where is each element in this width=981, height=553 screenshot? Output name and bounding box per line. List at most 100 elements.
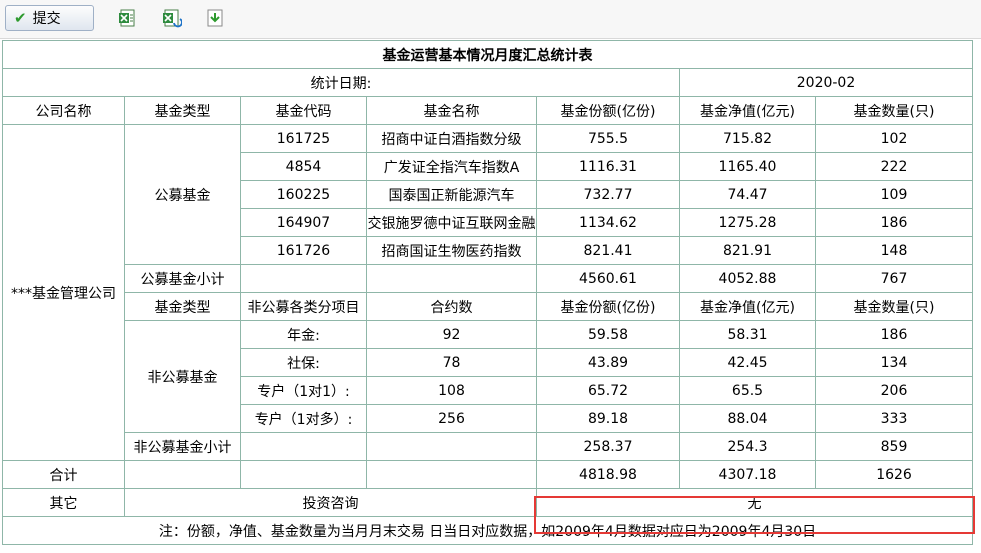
fund-count: 186	[814, 208, 974, 237]
fund-nav: 74.47	[679, 180, 816, 209]
fund-count: 148	[814, 236, 974, 265]
fund-count: 102	[814, 124, 974, 153]
fund-shares: 755.5	[536, 124, 680, 153]
fund-nav: 65.5	[679, 376, 816, 405]
table-row: 非公募基金 年金: 92 59.58 58.31 186	[3, 320, 974, 433]
total-count: 1626	[814, 460, 974, 489]
report-sheet: 基金运营基本情况月度汇总统计表 统计日期: 2020-02 公司名称 基金类型 …	[1, 40, 975, 545]
fund-name: 招商中证白酒指数分级	[366, 124, 537, 153]
empty-cell	[240, 460, 367, 489]
public-subtotal-count: 767	[814, 264, 974, 293]
report-table: 基金运营基本情况月度汇总统计表 统计日期: 2020-02 公司名称 基金类型 …	[1, 40, 974, 545]
header-cell: 基金名称	[366, 96, 537, 125]
fund-nav: 715.82	[679, 124, 816, 153]
advisory-label: 投资咨询	[124, 488, 537, 517]
header-cell: 基金数量(只)	[814, 96, 974, 125]
other-label: 其它	[2, 488, 125, 517]
header-cell: 基金代码	[240, 96, 367, 125]
contract-count: 78	[366, 348, 537, 377]
header-cell: 公司名称	[2, 96, 125, 125]
header-cell: 非公募各类分项目	[240, 292, 367, 321]
total-row: 合计 4818.98 4307.18 1626	[2, 460, 974, 489]
header-row: 公司名称 基金类型 基金代码 基金名称 基金份额(亿份) 基金净值(亿元) 基金…	[2, 96, 974, 125]
toolbar: ✔ 提交	[0, 0, 981, 39]
fund-count: 333	[814, 404, 974, 433]
nonpublic-subtotal-label: 非公募基金小计	[124, 432, 241, 461]
public-subtotal-nav: 4052.88	[679, 264, 816, 293]
footnote: 注：份额，净值、基金数量为当月月末交易 日当日对应数据，如2009年4月数据对应…	[1, 516, 974, 545]
fund-code: 164907	[240, 208, 367, 237]
fund-nav: 1275.28	[679, 208, 816, 237]
header-cell: 基金份额(亿份)	[536, 96, 680, 125]
nonpublic-subtotal-row: 非公募基金小计 258.37 254.3 859	[3, 432, 974, 461]
check-icon: ✔	[14, 9, 27, 27]
fund-nav: 1165.40	[679, 152, 816, 181]
header-cell: 基金净值(亿元)	[679, 292, 816, 321]
empty-cell	[366, 264, 537, 293]
fund-count: 186	[814, 320, 974, 349]
empty-cell	[124, 460, 241, 489]
fund-name: 交银施罗德中证互联网金融	[366, 208, 537, 237]
fund-code: 160225	[240, 180, 367, 209]
fund-code: 161725	[240, 124, 367, 153]
date-label: 统计日期:	[2, 68, 680, 97]
header-cell: 基金份额(亿份)	[536, 292, 680, 321]
fund-count: 206	[814, 376, 974, 405]
public-subtotal-shares: 4560.61	[536, 264, 680, 293]
total-nav: 4307.18	[679, 460, 816, 489]
excel-refresh-icon[interactable]	[162, 8, 182, 28]
header-cell: 基金类型	[124, 292, 241, 321]
empty-cell	[366, 460, 537, 489]
fund-nav: 821.91	[679, 236, 816, 265]
public-subtotal-row: 公募基金小计 4560.61 4052.88 767	[3, 264, 974, 293]
header-cell: 基金净值(亿元)	[679, 96, 816, 125]
fund-count: 109	[814, 180, 974, 209]
note-row: 注：份额，净值、基金数量为当月月末交易 日当日对应数据，如2009年4月数据对应…	[1, 516, 974, 545]
nonpublic-subtotal-nav: 254.3	[679, 432, 816, 461]
title-row: 基金运营基本情况月度汇总统计表	[1, 40, 974, 69]
fund-shares: 65.72	[536, 376, 680, 405]
fund-nav: 58.31	[679, 320, 816, 349]
total-shares: 4818.98	[536, 460, 680, 489]
nonpublic-item: 专户（1对多）:	[240, 404, 367, 433]
submit-button[interactable]: ✔ 提交	[5, 5, 94, 31]
nonpublic-item: 专户（1对1）:	[240, 376, 367, 405]
company-name: ***基金管理公司	[2, 124, 125, 461]
empty-cell	[366, 432, 537, 461]
fund-code: 161726	[240, 236, 367, 265]
table-row: ***基金管理公司 公募基金 161725 招商中证白酒指数分级 755.5 7…	[2, 124, 974, 461]
report-title: 基金运营基本情况月度汇总统计表	[1, 40, 974, 69]
fund-shares: 43.89	[536, 348, 680, 377]
header-cell: 合约数	[366, 292, 537, 321]
public-subtotal-label: 公募基金小计	[124, 264, 241, 293]
header-cell: 基金数量(只)	[814, 292, 974, 321]
header-cell: 基金类型	[124, 96, 241, 125]
empty-cell	[240, 264, 367, 293]
fund-shares: 59.58	[536, 320, 680, 349]
contract-count: 256	[366, 404, 537, 433]
contract-count: 92	[366, 320, 537, 349]
fund-nav: 88.04	[679, 404, 816, 433]
fund-shares: 732.77	[536, 180, 680, 209]
nonpublic-item: 社保:	[240, 348, 367, 377]
contract-count: 108	[366, 376, 537, 405]
nonpublic-subtotal-count: 859	[814, 432, 974, 461]
excel-export-icon[interactable]	[118, 8, 138, 28]
nonpublic-item: 年金:	[240, 320, 367, 349]
nonpublic-header-row: 基金类型 非公募各类分项目 合约数 基金份额(亿份) 基金净值(亿元) 基金数量…	[3, 292, 974, 321]
fund-nav: 42.45	[679, 348, 816, 377]
fund-shares: 1116.31	[536, 152, 680, 181]
advisory-value: 无	[535, 488, 974, 517]
fund-count: 134	[814, 348, 974, 377]
download-icon[interactable]	[205, 8, 225, 28]
date-row: 统计日期: 2020-02	[2, 68, 974, 97]
nonpublic-subtotal-shares: 258.37	[536, 432, 680, 461]
fund-shares: 89.18	[536, 404, 680, 433]
fund-shares: 1134.62	[536, 208, 680, 237]
public-fund-type: 公募基金	[124, 124, 241, 265]
other-row: 其它 投资咨询 无	[2, 488, 974, 517]
fund-name: 广发证全指汽车指数A	[366, 152, 537, 181]
empty-cell	[240, 432, 367, 461]
fund-name: 招商国证生物医药指数	[366, 236, 537, 265]
fund-name: 国泰国正新能源汽车	[366, 180, 537, 209]
